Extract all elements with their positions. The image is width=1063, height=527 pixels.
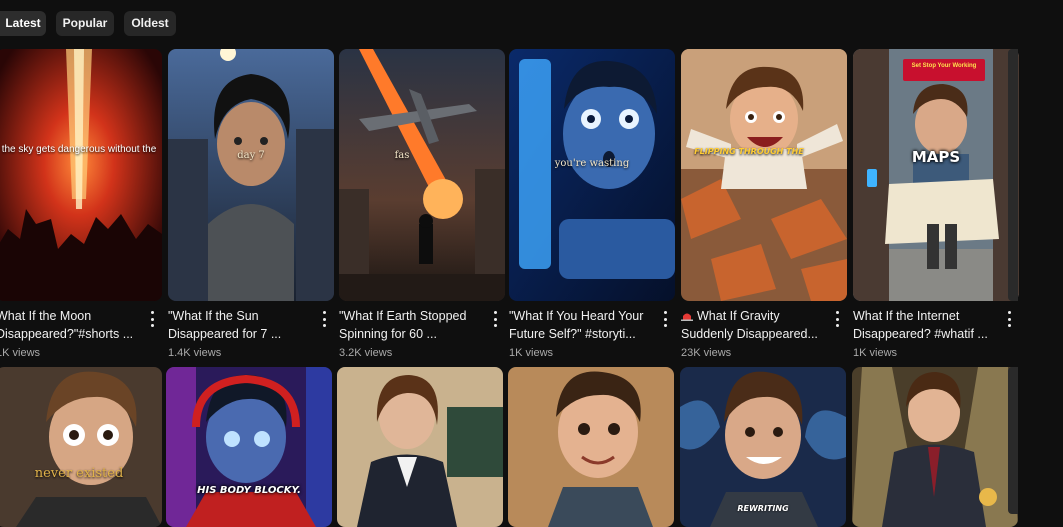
video-title[interactable]: What If the Moon Disappeared?"#shorts ..… [0,307,136,343]
more-options-icon[interactable] [146,311,158,327]
chip-oldest[interactable]: Oldest [124,11,176,36]
video-title[interactable]: What If Gravity Suddenly Disappeared... [681,307,821,343]
thumbnail-caption: never existed [34,466,124,481]
thumbnail-caption: MAPS [911,148,961,166]
video-thumbnail[interactable] [337,367,503,527]
next-thumbnail-edge [1008,367,1018,514]
more-options-icon[interactable] [831,311,843,327]
video-thumbnail[interactable] [0,367,162,527]
video-thumbnail[interactable] [166,367,332,527]
view-count: 1K views [509,347,554,359]
alarm-light-icon [681,313,693,321]
video-thumbnail[interactable] [508,367,674,527]
video-thumbnail[interactable] [681,49,847,301]
video-thumbnail[interactable] [509,49,675,301]
view-count: 3.2K views [339,347,393,359]
thumbnail-caption: the sky gets dangerous without the [1,144,157,155]
video-thumbnail[interactable] [680,367,846,527]
video-title[interactable]: "What If Earth Stopped Spinning for 60 .… [339,307,479,343]
view-count: 1K views [0,347,41,359]
video-thumbnail[interactable] [852,367,1018,527]
more-options-icon[interactable] [659,311,671,327]
video-thumbnail[interactable] [853,49,1019,301]
video-thumbnail[interactable] [168,49,334,301]
more-options-icon[interactable] [1003,311,1015,327]
video-thumbnail[interactable] [339,49,505,301]
bus-stop-sign: Set Stop Your Working [903,59,985,81]
view-count: 23K views [681,347,732,359]
thumbnail-caption: you're wasting [554,158,630,169]
view-count: 1.4K views [168,347,222,359]
view-count: 1K views [853,347,898,359]
video-title[interactable]: "What If the Sun Disappeared for 7 ... [168,307,308,343]
thumbnail-caption: REWRITING [737,504,789,513]
thumbnail-caption: HIS BODY BLOCKY. [197,485,301,496]
video-thumbnail[interactable] [0,49,162,301]
thumbnail-caption: fas [394,150,410,161]
more-options-icon[interactable] [318,311,330,327]
chip-latest[interactable]: Latest [0,11,46,36]
chip-popular[interactable]: Popular [56,11,114,36]
next-thumbnail-edge [1008,49,1018,301]
thumbnail-caption: day 7 [237,150,265,161]
video-title-text: What If Gravity Suddenly Disappeared... [681,309,818,341]
video-title[interactable]: What If the Internet Disappeared? #whati… [853,307,993,343]
thumbnail-caption: FLIPPING THROUGH THE [694,147,804,156]
more-options-icon[interactable] [489,311,501,327]
video-title[interactable]: "What If You Heard Your Future Self?" #s… [509,307,649,343]
